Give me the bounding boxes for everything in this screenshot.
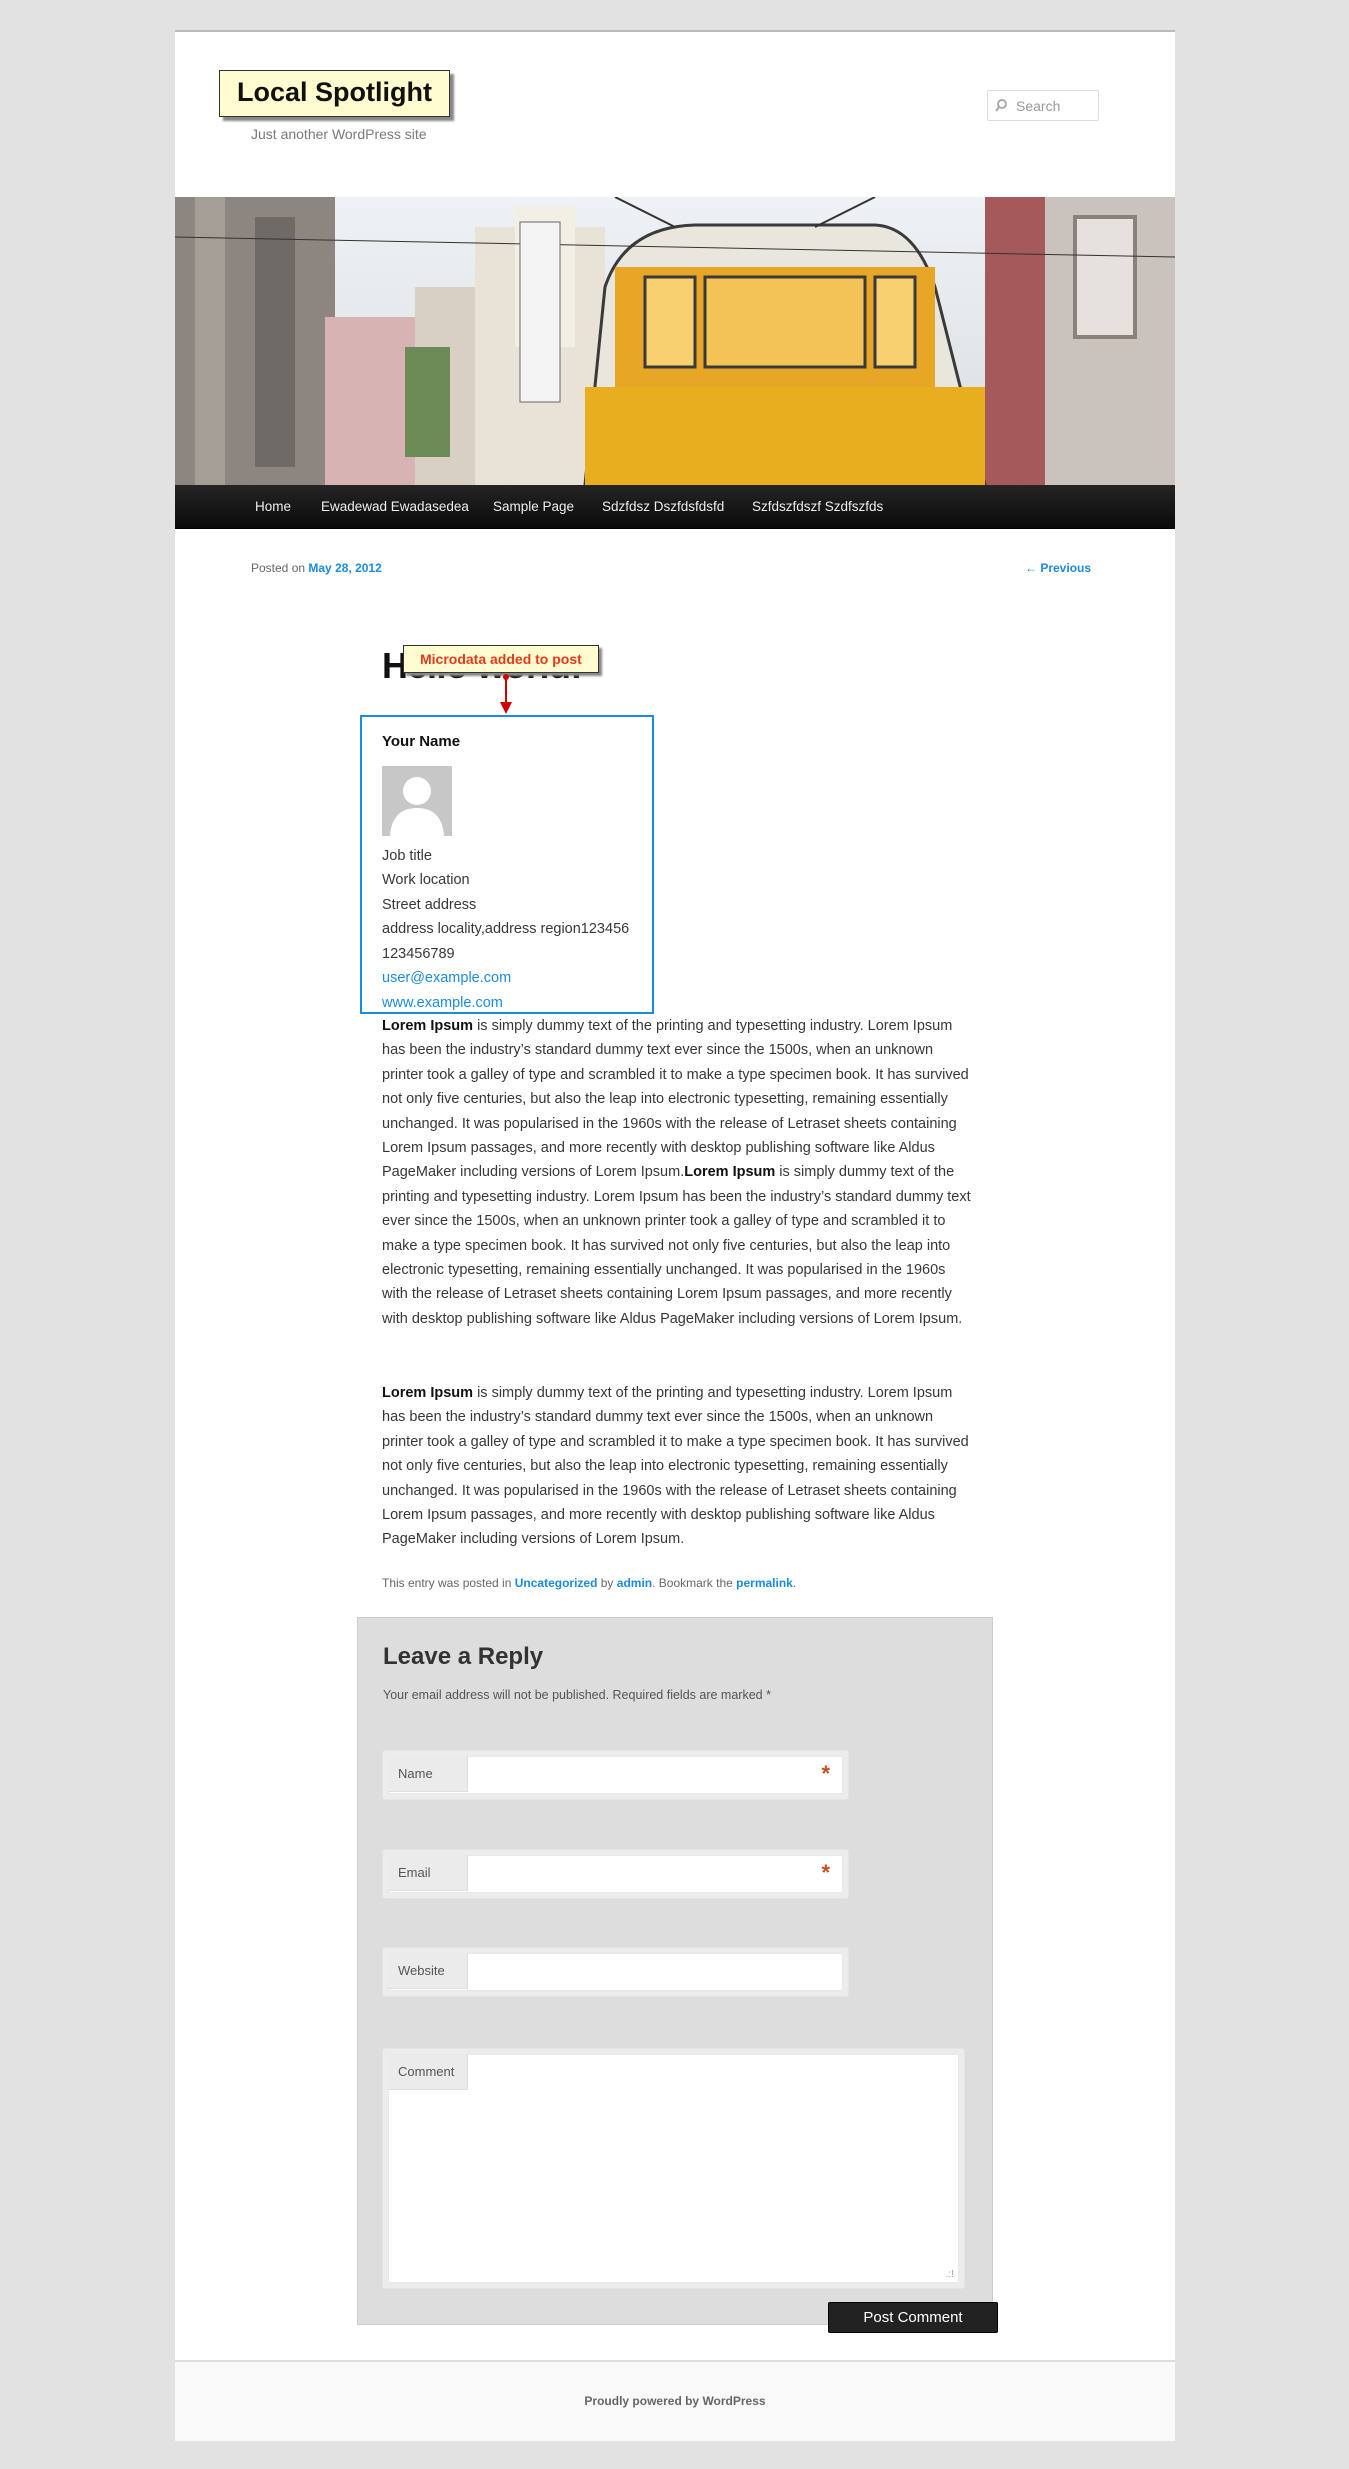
resize-handle-icon[interactable]: .:! [946,2269,954,2280]
paragraph-text: is simply dummy text of the printing and… [382,1164,971,1327]
address-locality: address locality,address region123456 [382,921,630,937]
search-input[interactable]: Search [987,90,1099,121]
reply-note: Your email address will not be published… [383,1688,771,1702]
header-banner-image [175,197,1175,485]
job-title: Job title [382,848,432,864]
nav-item-ewadewad[interactable]: Ewadewad Ewadasedea [321,485,469,529]
phone-number: 123456789 [382,946,455,962]
work-location: Work location [382,872,470,888]
lead-text: Lorem Ipsum [382,1385,474,1401]
annotation-arrow-icon [500,674,512,714]
website-label: Website [388,1953,468,1989]
website-field[interactable]: Website [382,1947,849,1997]
meta-text: by [597,1576,617,1590]
lead-text: Lorem Ipsum [684,1164,776,1181]
meta-text: . [792,1576,797,1590]
name-field[interactable]: Name * [382,1750,849,1800]
meta-text: . Bookmark the [652,1576,737,1590]
comment-field[interactable]: Comment .:! [382,2048,965,2289]
email-link[interactable]: user@example.com [382,970,511,986]
post-comment-button[interactable]: Post Comment [828,2302,998,2333]
person-silhouette-icon [390,777,444,836]
category-link[interactable]: Uncategorized [515,1576,598,1590]
nav-item-home[interactable]: Home [255,485,291,529]
email-field[interactable]: Email * [382,1849,849,1899]
street-address: Street address [382,897,477,913]
reply-heading: Leave a Reply [383,1643,544,1670]
main-navigation: Home Ewadewad Ewadasedea Sample Page Sdz… [175,485,1175,529]
page: Local Spotlight Just another WordPress s… [175,30,1175,2441]
post-paragraph-1: Lorem Ipsum is simply dummy text of the … [382,1014,972,1331]
avatar [382,766,452,836]
nav-item-sample-page[interactable]: Sample Page [493,485,574,529]
nav-item-szfdszfdszf[interactable]: Szfdszfdszf Szdfszfds [752,485,883,529]
microdata-person-card: Your Name Job title Work location Street… [360,715,654,1014]
website-link[interactable]: www.example.com [382,995,503,1011]
search-placeholder: Search [1016,98,1061,114]
site-title[interactable]: Local Spotlight [219,70,450,117]
annotation-callout: Microdata added to post [403,645,599,673]
posted-on: Posted on May 28, 2012 [251,561,382,575]
paragraph-text: is simply dummy text of the printing and… [382,1018,969,1181]
person-name: Your Name [382,733,461,750]
previous-post-link[interactable]: ← Previous [1025,561,1091,575]
meta-text: This entry was posted in [382,1576,515,1590]
post-paragraph-2: Lorem Ipsum is simply dummy text of the … [382,1381,972,1552]
required-marker: * [821,1860,830,1885]
email-label: Email [388,1855,468,1891]
name-label: Name [388,1756,468,1792]
comment-label: Comment [388,2054,468,2090]
permalink-link[interactable]: permalink [736,1576,793,1590]
search-icon [995,99,1007,117]
site-description: Just another WordPress site [251,126,427,142]
paragraph-text: is simply dummy text of the printing and… [382,1385,969,1548]
posted-prefix: Posted on [251,561,306,575]
site-footer: Proudly powered by WordPress [175,2360,1175,2441]
author-link[interactable]: admin [617,1576,652,1590]
lead-text: Lorem Ipsum [382,1018,474,1034]
nav-item-sdzfdsz[interactable]: Sdzfdsz Dszfdsfdsfd [602,485,724,529]
required-marker: * [821,1761,830,1786]
comment-form: Leave a Reply Your email address will no… [357,1617,993,2325]
footer-credit-link[interactable]: Proudly powered by WordPress [584,2394,765,2408]
post-date-link[interactable]: May 28, 2012 [308,561,381,575]
entry-meta: This entry was posted in Uncategorized b… [382,1576,796,1590]
comment-textarea[interactable] [388,2054,959,2283]
